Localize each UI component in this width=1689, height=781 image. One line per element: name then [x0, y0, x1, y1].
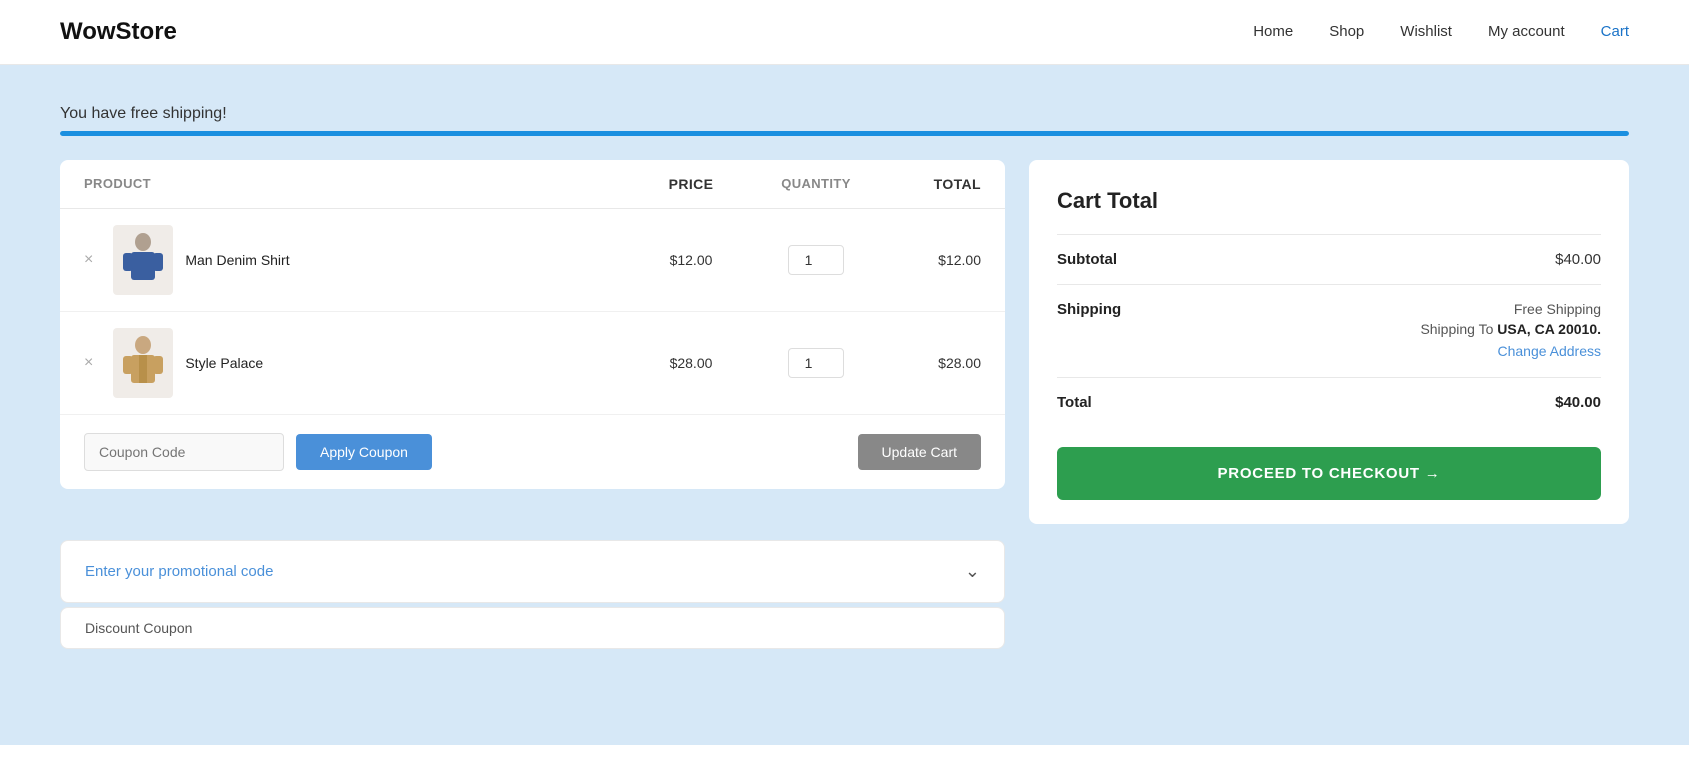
promo-accordion[interactable]: Enter your promotional code ⌄ — [60, 540, 1005, 603]
cart-total-title: Cart Total — [1057, 188, 1601, 214]
remove-item-2-button[interactable]: × — [84, 354, 101, 372]
update-cart-button[interactable]: Update Cart — [858, 434, 981, 470]
col-header-price: Price — [631, 176, 751, 192]
table-row: × Style Palace $28.00 — [60, 312, 1005, 415]
main-content: You have free shipping! Product Price Qu… — [0, 65, 1689, 745]
product-cell-2: × Style Palace — [84, 328, 631, 398]
coupon-input[interactable] — [84, 433, 284, 471]
chevron-down-icon: ⌄ — [965, 561, 980, 582]
shipping-banner: You have free shipping! — [60, 105, 1629, 136]
remove-item-1-button[interactable]: × — [84, 251, 101, 269]
progress-bar-fill — [60, 131, 1629, 136]
product-price-1: $12.00 — [631, 252, 751, 268]
checkout-button[interactable]: PROCEED TO CHECKOUT → — [1057, 447, 1601, 500]
promo-label: Enter your promotional code — [85, 563, 273, 580]
col-header-total: Total — [881, 176, 981, 192]
grand-total-row: Total $40.00 — [1057, 377, 1601, 427]
subtotal-label: Subtotal — [1057, 251, 1117, 268]
nav-link-home[interactable]: Home — [1253, 23, 1293, 40]
change-address-link[interactable]: Change Address — [1497, 343, 1601, 359]
product-qty-input-2[interactable] — [788, 348, 844, 378]
discount-coupon-label: Discount Coupon — [60, 607, 1005, 649]
logo: WowStore — [60, 18, 177, 46]
subtotal-row: Subtotal $40.00 — [1057, 234, 1601, 284]
content-row: Product Price Quantity Total × — [60, 160, 1629, 524]
product-name-1: Man Denim Shirt — [185, 252, 289, 268]
shipping-banner-text: You have free shipping! — [60, 105, 1629, 123]
apply-coupon-button[interactable]: Apply Coupon — [296, 434, 432, 470]
table-row: × Man Denim Shirt $12.00 — [60, 209, 1005, 312]
subtotal-value: $40.00 — [1555, 251, 1601, 268]
shipping-to-prefix: Shipping To — [1420, 321, 1493, 337]
nav-link-my-account[interactable]: My account — [1488, 23, 1565, 40]
product-name-2: Style Palace — [185, 355, 263, 371]
coupon-row: Apply Coupon Update Cart — [60, 415, 1005, 489]
shipping-to-text: Shipping To USA, CA 20010. — [1420, 321, 1601, 337]
grand-total-value: $40.00 — [1555, 394, 1601, 411]
product-cell-1: × Man Denim Shirt — [84, 225, 631, 295]
shipping-label: Shipping — [1057, 301, 1121, 318]
product-thumb-2 — [113, 328, 173, 398]
col-header-product: Product — [84, 176, 631, 192]
promo-label-highlight: promotional code — [158, 563, 273, 580]
promo-label-prefix: Enter your — [85, 563, 158, 580]
grand-total-label: Total — [1057, 394, 1092, 411]
product-qty-cell-1 — [751, 245, 881, 275]
shipping-details: Free Shipping Shipping To USA, CA 20010.… — [1420, 301, 1601, 361]
product-thumb-1 — [113, 225, 173, 295]
cart-table-header: Product Price Quantity Total — [60, 160, 1005, 209]
product-total-1: $12.00 — [881, 252, 981, 268]
promo-section: Enter your promotional code ⌄ Discount C… — [60, 540, 1005, 649]
cart-section: Product Price Quantity Total × — [60, 160, 1005, 489]
main-nav: Home Shop Wishlist My account Cart — [1253, 23, 1629, 41]
shipping-row: Shipping Free Shipping Shipping To USA, … — [1057, 284, 1601, 377]
col-header-quantity: Quantity — [751, 176, 881, 192]
nav-link-cart[interactable]: Cart — [1601, 23, 1629, 40]
product-qty-input-1[interactable] — [788, 245, 844, 275]
header: WowStore Home Shop Wishlist My account Cart — [0, 0, 1689, 65]
progress-bar-track — [60, 131, 1629, 136]
product-total-2: $28.00 — [881, 355, 981, 371]
shipping-location: USA, CA 20010. — [1497, 321, 1601, 337]
product-qty-cell-2 — [751, 348, 881, 378]
product-price-2: $28.00 — [631, 355, 751, 371]
nav-link-wishlist[interactable]: Wishlist — [1400, 23, 1452, 40]
free-shipping-label: Free Shipping — [1420, 301, 1601, 317]
cart-total-section: Cart Total Subtotal $40.00 Shipping Free… — [1029, 160, 1629, 524]
nav-link-shop[interactable]: Shop — [1329, 23, 1364, 40]
